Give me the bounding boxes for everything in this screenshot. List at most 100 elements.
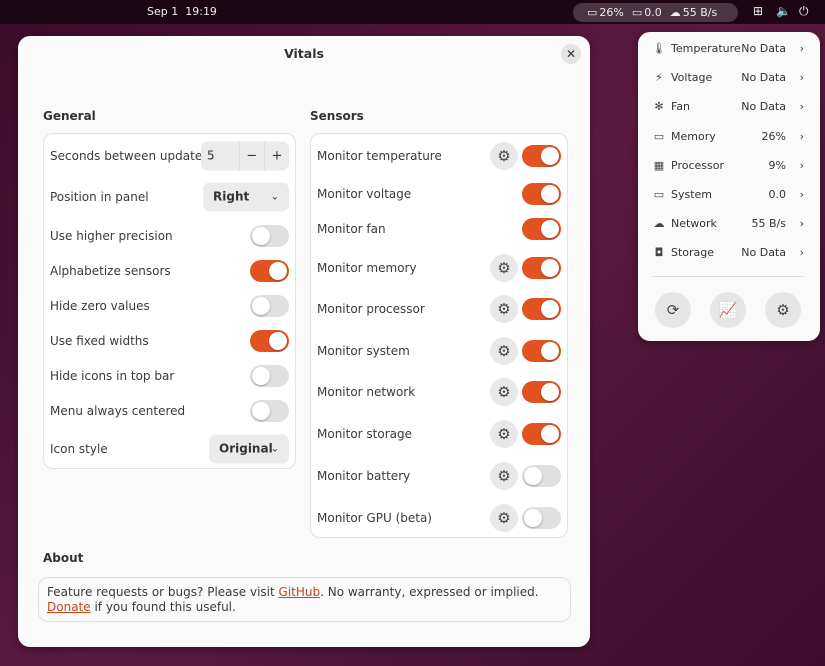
monitor-battery-settings-button[interactable]: ⚙ <box>490 462 518 490</box>
increment-button[interactable]: + <box>263 141 289 171</box>
hide-zero-values-toggle[interactable] <box>250 295 289 317</box>
cloud-icon: ☁ <box>669 6 681 19</box>
monitor-temperature-toggle[interactable] <box>522 145 561 167</box>
clock[interactable]: Sep 1 19:19 <box>147 5 217 18</box>
decrement-button[interactable]: − <box>238 141 264 171</box>
sensors-card: Monitor temperature ⚙ Monitor voltage Monit… <box>310 133 568 538</box>
menu-item-temperature[interactable]: 🌡 Temperature No Data › <box>652 38 804 60</box>
menu-item-system[interactable]: ▭ System 0.0 › <box>652 184 804 206</box>
divider <box>652 276 804 277</box>
monitor-battery-toggle[interactable] <box>522 465 561 487</box>
seconds-input[interactable]: 5 <box>201 142 239 171</box>
seconds-spin-button[interactable]: 5− + <box>201 141 289 171</box>
sensor-label: Monitor system <box>317 344 410 358</box>
sensor-label: Monitor GPU (beta) <box>317 511 432 525</box>
icon-style-value: Original <box>219 441 273 456</box>
sensor-row-monitor-temperature: Monitor temperature ⚙ <box>311 141 567 171</box>
setting-row-seconds-between-updates: Seconds between updates 5− + <box>44 141 295 171</box>
menu-item-label: Storage <box>671 246 715 260</box>
chevron-right-icon: › <box>799 42 804 55</box>
dialog-title: Vitals <box>284 46 324 61</box>
menu-item-memory[interactable]: ▭ Memory 26% › <box>652 126 804 148</box>
vitals-indicator[interactable]: ▭ 26% ▭ 0.0 ☁ 55 B/s <box>573 3 738 22</box>
monitor-memory-settings-button[interactable]: ⚙ <box>490 254 518 282</box>
monitor-temperature-settings-button[interactable]: ⚙ <box>490 142 518 170</box>
about-heading: About <box>43 551 84 565</box>
menu-item-label: Memory <box>671 129 716 143</box>
icon-style-dropdown[interactable]: Original ⌄ <box>209 434 289 464</box>
chevron-down-icon: ⌄ <box>270 191 279 203</box>
setting-label: Hide zero values <box>50 299 150 313</box>
menu-item-value: No Data <box>741 100 786 114</box>
about-text: . No warranty, expressed or implied. <box>320 585 539 599</box>
power-icon[interactable]: ⏻ <box>799 4 809 19</box>
monitor-gpu-beta-toggle[interactable] <box>522 507 561 529</box>
gear-icon: ⚙ <box>497 300 511 318</box>
sensor-row-monitor-voltage: Monitor voltage <box>311 179 567 209</box>
alphabetize-sensors-toggle[interactable] <box>250 260 289 282</box>
setting-label: Seconds between updates <box>50 149 209 163</box>
top-bar: Sep 1 19:19 ▭ 26% ▭ 0.0 ☁ 55 B/s ⊞ 🔈 ⏻ <box>0 0 825 24</box>
gear-icon: ⚙ <box>497 147 511 165</box>
monitor-system-toggle[interactable] <box>522 340 561 362</box>
general-heading: General <box>43 109 96 123</box>
gear-icon: ⚙ <box>497 383 511 401</box>
gear-icon: ⚙ <box>497 259 511 277</box>
monitor-memory-toggle[interactable] <box>522 257 561 279</box>
monitor-system-settings-button[interactable]: ⚙ <box>490 337 518 365</box>
monitor-network-settings-button[interactable]: ⚙ <box>490 378 518 406</box>
sensor-row-monitor-memory: Monitor memory ⚙ <box>311 253 567 283</box>
storage-icon: ◘ <box>654 246 664 260</box>
menu-item-label: Fan <box>671 100 691 114</box>
menu-item-network[interactable]: ☁ Network 55 B/s › <box>652 213 805 235</box>
chevron-right-icon: › <box>799 188 804 201</box>
network-wired-icon[interactable]: ⊞ <box>753 4 763 18</box>
chevron-down-icon: ⌄ <box>270 443 279 455</box>
general-card: Seconds between updates 5− + Position in pa… <box>43 133 296 469</box>
menu-item-value: 0.0 <box>768 188 787 201</box>
sensor-row-monitor-system: Monitor system ⚙ <box>311 336 567 366</box>
cloud-icon: ☁ <box>653 217 665 231</box>
settings-button[interactable]: ⚙ <box>765 292 801 328</box>
monitor-gpu-beta-settings-button[interactable]: ⚙ <box>490 504 518 532</box>
setting-row-position-in-panel: Position in panel Right ⌄ <box>44 182 295 212</box>
gear-icon: ⚙ <box>497 509 511 527</box>
menu-item-label: Processor <box>671 158 724 172</box>
hide-icons-in-top-bar-toggle[interactable] <box>250 365 289 387</box>
monitor-icon: ▭ <box>631 6 643 19</box>
monitor-voltage-toggle[interactable] <box>522 183 561 205</box>
vitals-menu: ⟳ 📈 ⚙ 🌡 Temperature No Data › ⚡ Voltage No Dat… <box>638 32 820 341</box>
setting-label: Position in panel <box>50 190 149 204</box>
menu-item-value: No Data <box>741 246 786 260</box>
refresh-button[interactable]: ⟳ <box>655 292 691 328</box>
menu-item-processor[interactable]: ▦ Processor 9% › <box>652 155 804 177</box>
menu-item-value: 9% <box>768 158 786 172</box>
use-higher-precision-toggle[interactable] <box>250 225 289 247</box>
system-monitor-button[interactable]: 📈 <box>710 292 746 328</box>
use-fixed-widths-toggle[interactable] <box>250 330 289 352</box>
sensor-label: Monitor storage <box>317 427 413 441</box>
menu-item-fan[interactable]: ✻ Fan No Data › <box>652 96 804 118</box>
sensor-row-monitor-fan: Monitor fan <box>311 214 567 244</box>
monitor-processor-settings-button[interactable]: ⚙ <box>490 295 518 323</box>
monitor-network-toggle[interactable] <box>522 381 561 403</box>
github-link[interactable]: GitHub <box>279 585 321 599</box>
menu-item-voltage[interactable]: ⚡ Voltage No Data › <box>652 67 804 89</box>
setting-label: Hide icons in top bar <box>50 369 175 383</box>
menu-always-centered-toggle[interactable] <box>250 400 289 422</box>
monitor-processor-toggle[interactable] <box>522 298 561 320</box>
thermometer-icon: 🌡 <box>652 42 666 55</box>
donate-link[interactable]: Donate <box>47 600 91 614</box>
position-in-panel-dropdown[interactable]: Right ⌄ <box>203 182 289 212</box>
menu-item-storage[interactable]: ◘ Storage No Data › <box>652 242 804 264</box>
fan-icon: ✻ <box>654 100 664 114</box>
monitor-storage-toggle[interactable] <box>522 423 561 445</box>
menu-item-value: 26% <box>761 129 786 143</box>
setting-row-hide-zero-values: Hide zero values <box>44 291 295 321</box>
monitor-storage-settings-button[interactable]: ⚙ <box>490 420 518 448</box>
sensor-row-monitor-battery: Monitor battery ⚙ <box>311 461 567 491</box>
volume-icon[interactable]: 🔈 <box>776 4 791 18</box>
monitor-fan-toggle[interactable] <box>522 218 561 240</box>
close-button[interactable]: ✕ <box>561 44 581 64</box>
chevron-right-icon: › <box>799 246 804 260</box>
